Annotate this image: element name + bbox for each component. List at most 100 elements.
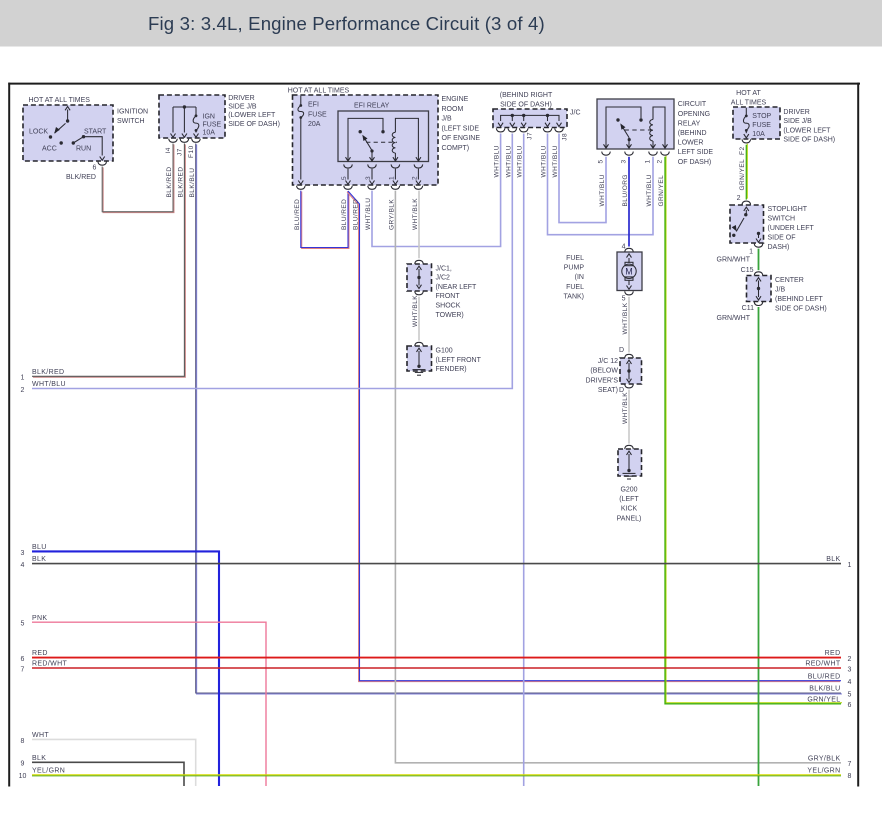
svg-text:20A: 20A (308, 121, 321, 128)
svg-text:WHT/BLU: WHT/BLU (494, 145, 501, 177)
svg-text:WHT/BLU: WHT/BLU (517, 145, 524, 177)
svg-text:BLK: BLK (32, 755, 46, 762)
svg-text:ROOM: ROOM (442, 106, 464, 113)
svg-text:BLK/RED: BLK/RED (32, 369, 64, 376)
svg-text:(LEFT SIDE: (LEFT SIDE (442, 125, 480, 132)
svg-text:BLK/RED: BLK/RED (177, 167, 184, 198)
svg-text:GRY/BLK: GRY/BLK (388, 199, 395, 230)
svg-text:(NEAR LEFT: (NEAR LEFT (436, 284, 478, 291)
svg-text:BLU/ORG: BLU/ORG (622, 174, 629, 206)
svg-text:8: 8 (848, 773, 852, 780)
svg-text:Fig 3: 3.4L, Engine Performanc: Fig 3: 3.4L, Engine Performance Circuit … (148, 13, 545, 34)
svg-text:DRIVER: DRIVER (228, 95, 254, 102)
svg-text:SIDE J/B: SIDE J/B (228, 103, 257, 110)
svg-text:BLK: BLK (32, 556, 46, 563)
svg-text:5: 5 (341, 176, 348, 180)
svg-text:RED/WHT: RED/WHT (805, 661, 840, 668)
svg-text:GRY/BLK: GRY/BLK (808, 755, 841, 762)
svg-text:J7: J7 (176, 148, 183, 156)
svg-text:CIRCUIT: CIRCUIT (678, 101, 707, 108)
svg-text:START: START (84, 129, 107, 136)
svg-text:BLK/BLU: BLK/BLU (809, 686, 840, 693)
svg-text:ACC: ACC (42, 145, 57, 152)
svg-text:FENDER): FENDER) (436, 366, 467, 373)
svg-text:(BELOW: (BELOW (590, 368, 618, 375)
svg-text:KICK: KICK (621, 506, 638, 513)
svg-text:7: 7 (21, 666, 25, 673)
svg-text:DRIVER: DRIVER (783, 109, 809, 116)
svg-text:FUSE: FUSE (203, 122, 222, 129)
svg-text:J/C 12: J/C 12 (598, 358, 618, 365)
svg-text:BLU/RED: BLU/RED (353, 199, 360, 230)
svg-text:OPENING: OPENING (678, 111, 710, 118)
svg-text:(LEFT FRONT: (LEFT FRONT (436, 357, 482, 364)
svg-text:WHT/BLK: WHT/BLK (622, 302, 629, 334)
svg-text:HOT AT ALL TIMES: HOT AT ALL TIMES (29, 97, 91, 104)
svg-text:6: 6 (93, 165, 97, 172)
svg-text:STOP: STOP (752, 113, 771, 120)
svg-text:WHT/BLU: WHT/BLU (646, 174, 653, 206)
svg-text:G100: G100 (436, 348, 453, 355)
svg-text:PANEL): PANEL) (617, 515, 642, 522)
svg-text:SIDE OF: SIDE OF (768, 234, 796, 241)
svg-text:BLU: BLU (32, 544, 47, 551)
svg-text:2: 2 (411, 176, 418, 180)
svg-text:DRIVER'S: DRIVER'S (586, 377, 619, 384)
svg-text:(BEHIND LEFT: (BEHIND LEFT (775, 296, 824, 303)
svg-text:J/C2: J/C2 (436, 275, 451, 282)
svg-text:FRONT: FRONT (436, 293, 461, 300)
svg-text:6: 6 (848, 702, 852, 709)
svg-text:GRN/WHT: GRN/WHT (717, 315, 751, 322)
svg-text:DASH): DASH) (768, 244, 790, 251)
svg-text:1: 1 (21, 375, 25, 382)
svg-text:OF ENGINE: OF ENGINE (442, 135, 481, 142)
svg-text:5: 5 (848, 691, 852, 698)
svg-text:4: 4 (848, 679, 852, 686)
svg-text:IGN: IGN (203, 113, 215, 120)
svg-text:WHT/BLU: WHT/BLU (599, 174, 606, 206)
svg-text:RUN: RUN (76, 145, 91, 152)
svg-text:PNK: PNK (32, 615, 47, 622)
svg-text:PUMP: PUMP (564, 265, 585, 272)
svg-text:SIDE OF DASH): SIDE OF DASH) (783, 137, 835, 144)
svg-text:WHT: WHT (32, 732, 49, 739)
svg-text:4: 4 (21, 562, 25, 569)
svg-text:10: 10 (19, 773, 27, 780)
svg-text:BLK/BLU: BLK/BLU (189, 168, 196, 198)
svg-text:1: 1 (388, 176, 395, 180)
svg-text:WHT/BLK: WHT/BLK (412, 295, 419, 327)
svg-text:1: 1 (749, 248, 753, 255)
svg-text:SWITCH: SWITCH (117, 118, 145, 125)
svg-text:HOT AT ALL TIMES: HOT AT ALL TIMES (288, 87, 350, 94)
svg-text:5: 5 (21, 621, 25, 628)
svg-text:6: 6 (21, 656, 25, 663)
svg-text:LOWER: LOWER (678, 140, 704, 147)
svg-text:1: 1 (848, 562, 852, 569)
svg-text:FUSE: FUSE (752, 122, 771, 129)
svg-text:WHT/BLU: WHT/BLU (552, 145, 559, 177)
svg-text:IGNITION: IGNITION (117, 109, 148, 116)
svg-text:SIDE J/B: SIDE J/B (783, 118, 812, 125)
svg-text:G200: G200 (620, 487, 637, 494)
svg-text:WHT/BLK: WHT/BLK (622, 392, 629, 424)
svg-text:WHT/BLU: WHT/BLU (505, 145, 512, 177)
svg-text:RELAY: RELAY (678, 120, 701, 127)
svg-text:LEFT SIDE: LEFT SIDE (678, 149, 714, 156)
svg-text:BLK/RED: BLK/RED (66, 174, 96, 181)
svg-text:10A: 10A (752, 131, 765, 138)
svg-text:BLU/RED: BLU/RED (294, 199, 301, 230)
svg-text:TANK): TANK) (564, 293, 584, 300)
svg-text:RED: RED (32, 650, 48, 657)
svg-text:2: 2 (848, 656, 852, 663)
svg-text:5: 5 (598, 159, 605, 163)
svg-text:CENTER: CENTER (775, 277, 804, 284)
svg-text:BLU/RED: BLU/RED (341, 199, 348, 230)
svg-text:C11: C11 (742, 305, 754, 312)
svg-text:(LOWER LEFT: (LOWER LEFT (228, 112, 276, 119)
svg-text:OF DASH): OF DASH) (678, 159, 711, 166)
svg-text:SIDE OF DASH): SIDE OF DASH) (775, 305, 827, 312)
svg-text:RED: RED (825, 650, 841, 657)
svg-text:M: M (625, 267, 633, 277)
svg-text:COMPT): COMPT) (442, 145, 470, 152)
svg-text:J/C: J/C (570, 109, 581, 116)
